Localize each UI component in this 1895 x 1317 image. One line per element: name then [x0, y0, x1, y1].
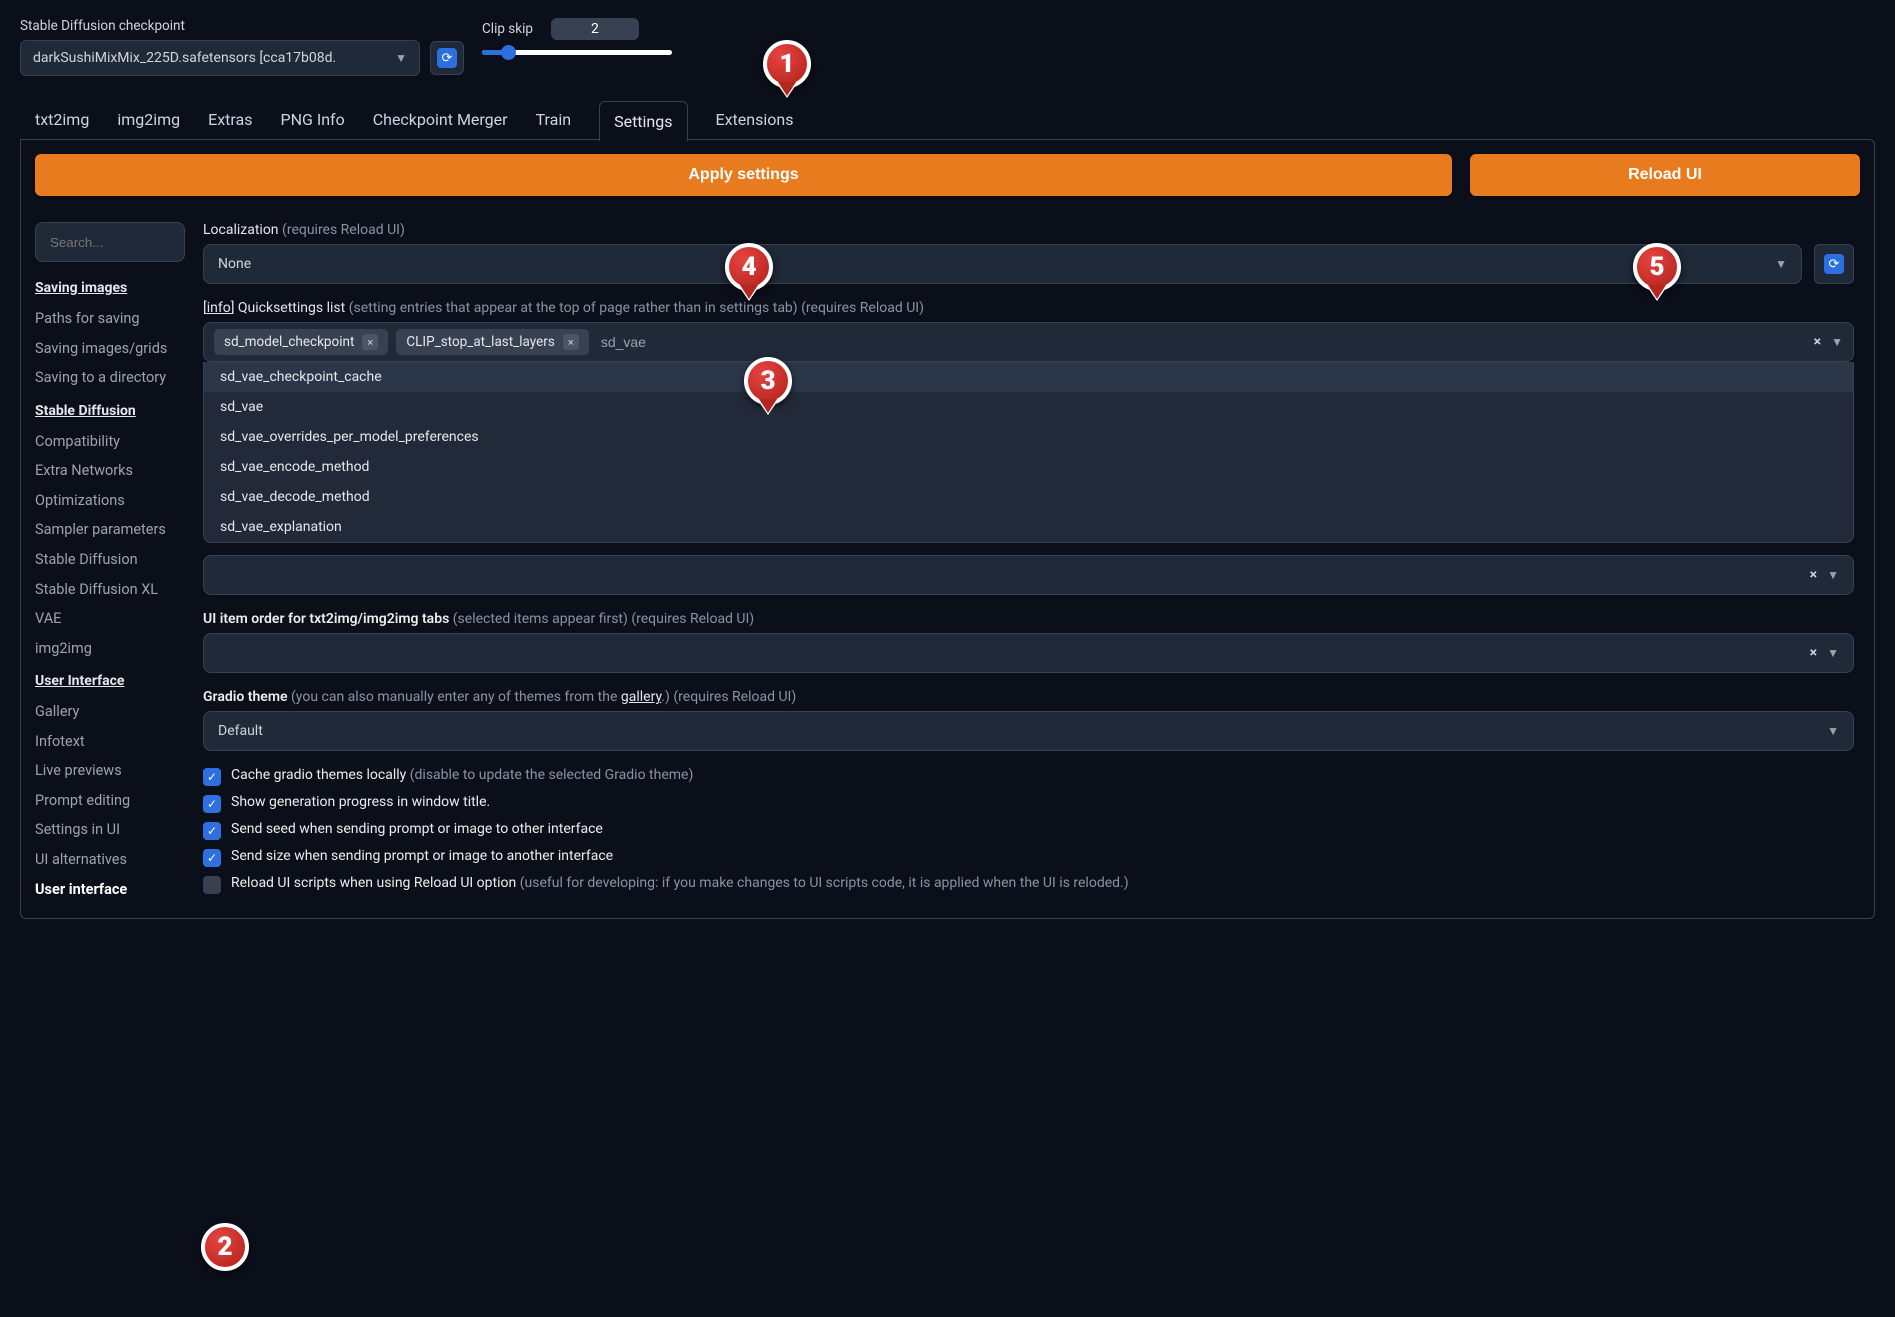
ui-order-multiselect[interactable]: × ▼: [203, 633, 1854, 673]
chevron-down-icon: ▼: [1775, 257, 1787, 271]
refresh-icon: ⟳: [1824, 254, 1844, 274]
reload-ui-button[interactable]: Reload UI: [1470, 154, 1860, 196]
quicksettings-token: CLIP_stop_at_last_layers ×: [396, 329, 588, 355]
localization-select[interactable]: None ▼: [203, 244, 1802, 284]
quicksettings-input[interactable]: [597, 330, 786, 354]
tab-extensions[interactable]: Extensions: [716, 100, 794, 140]
tab-img2img[interactable]: img2img: [117, 100, 180, 140]
dropdown-option[interactable]: sd_vae: [204, 392, 1853, 422]
main-tabs: txt2img img2img Extras PNG Info Checkpoi…: [20, 90, 1875, 140]
quicksettings-dropdown: sd_vae_checkpoint_cache sd_vae sd_vae_ov…: [203, 362, 1854, 543]
sidebar-item-prompt-editing[interactable]: Prompt editing: [35, 786, 185, 816]
checkbox-icon: ✓: [203, 822, 221, 840]
check-cache-themes[interactable]: ✓ Cache gradio themes locally (disable t…: [203, 767, 1854, 786]
clear-icon[interactable]: ×: [1810, 567, 1817, 583]
sidebar-item-infotext[interactable]: Infotext: [35, 727, 185, 757]
check-send-seed[interactable]: ✓ Send seed when sending prompt or image…: [203, 821, 1854, 840]
sidebar-item-compat[interactable]: Compatibility: [35, 427, 185, 457]
ui-order-label: UI item order for txt2img/img2img tabs (…: [203, 611, 1854, 627]
clear-icon[interactable]: ×: [1814, 334, 1821, 350]
chevron-down-icon[interactable]: ▼: [1827, 646, 1839, 660]
localization-value: None: [218, 256, 251, 272]
gradio-theme-value: Default: [218, 723, 263, 739]
checkbox-icon: ✓: [203, 795, 221, 813]
dropdown-option[interactable]: sd_vae_encode_method: [204, 452, 1853, 482]
gradio-theme-label: Gradio theme (you can also manually ente…: [203, 689, 1854, 705]
sidebar-item-saving-images[interactable]: Saving images/grids: [35, 334, 185, 364]
tab-pnginfo[interactable]: PNG Info: [280, 100, 344, 140]
tab-settings[interactable]: Settings: [599, 101, 687, 141]
sidebar-item-sampler[interactable]: Sampler parameters: [35, 515, 185, 545]
checkpoint-label: Stable Diffusion checkpoint: [20, 18, 464, 34]
checkpoint-value: darkSushiMixMix_225D.safetensors [cca17b…: [33, 50, 336, 66]
hidden-tabs-multiselect[interactable]: × ▼: [203, 555, 1854, 595]
sidebar-head-ui: User Interface: [35, 673, 185, 689]
checkbox-icon: [203, 876, 221, 894]
annotation-marker-5: 5: [1633, 243, 1681, 291]
checkpoint-select[interactable]: darkSushiMixMix_225D.safetensors [cca17b…: [20, 40, 420, 76]
sidebar-item-optim[interactable]: Optimizations: [35, 486, 185, 516]
quicksettings-token: sd_model_checkpoint ×: [214, 329, 388, 355]
settings-search-input[interactable]: [35, 222, 185, 262]
sidebar-head-sd: Stable Diffusion: [35, 403, 185, 419]
chevron-down-icon: ▼: [395, 51, 407, 65]
tab-checkpoint-merger[interactable]: Checkpoint Merger: [373, 100, 508, 140]
sidebar-item-paths[interactable]: Paths for saving: [35, 304, 185, 334]
check-send-size[interactable]: ✓ Send size when sending prompt or image…: [203, 848, 1854, 867]
checkbox-icon: ✓: [203, 849, 221, 867]
sidebar-item-live-previews[interactable]: Live previews: [35, 756, 185, 786]
settings-main: Localization (requires Reload UI) None ▼…: [203, 222, 1860, 904]
tab-train[interactable]: Train: [536, 100, 572, 140]
chevron-down-icon[interactable]: ▼: [1831, 335, 1843, 349]
dropdown-option[interactable]: sd_vae_explanation: [204, 512, 1853, 542]
quicksettings-multiselect[interactable]: sd_model_checkpoint × CLIP_stop_at_last_…: [203, 322, 1854, 362]
quicksettings-label: [info] Quicksettings list (setting entri…: [203, 300, 1854, 316]
check-reload-ui-scripts[interactable]: Reload UI scripts when using Reload UI o…: [203, 875, 1854, 894]
sidebar-head-saving: Saving images: [35, 280, 185, 296]
settings-sidebar: Saving images Paths for saving Saving im…: [35, 222, 185, 904]
localization-label: Localization (requires Reload UI): [203, 222, 1854, 238]
sidebar-item-sd[interactable]: Stable Diffusion: [35, 545, 185, 575]
annotation-marker-3: 3: [744, 357, 792, 405]
annotation-marker-1: 1: [763, 40, 811, 88]
clip-skip-slider[interactable]: [482, 44, 672, 60]
sidebar-item-settings-in-ui[interactable]: Settings in UI: [35, 815, 185, 845]
clip-skip-value[interactable]: 2: [551, 18, 639, 40]
sidebar-item-extra-networks[interactable]: Extra Networks: [35, 456, 185, 486]
sidebar-item-img2img[interactable]: img2img: [35, 634, 185, 664]
chevron-down-icon: ▼: [1827, 724, 1839, 738]
chevron-down-icon[interactable]: ▼: [1827, 568, 1839, 582]
sidebar-item-vae[interactable]: VAE: [35, 604, 185, 634]
tab-content: Apply settings Reload UI Saving images P…: [20, 139, 1875, 919]
tab-txt2img[interactable]: txt2img: [35, 100, 89, 140]
dropdown-option[interactable]: sd_vae_overrides_per_model_preferences: [204, 422, 1853, 452]
tab-extras[interactable]: Extras: [208, 100, 252, 140]
refresh-localization-button[interactable]: ⟳: [1814, 244, 1854, 284]
remove-token-icon[interactable]: ×: [563, 334, 579, 350]
apply-settings-button[interactable]: Apply settings: [35, 154, 1452, 196]
sidebar-item-saving-dir[interactable]: Saving to a directory: [35, 363, 185, 393]
sidebar-item-user-interface[interactable]: User interface: [35, 875, 185, 905]
dropdown-option[interactable]: sd_vae_decode_method: [204, 482, 1853, 512]
top-bar: Stable Diffusion checkpoint darkSushiMix…: [20, 18, 1875, 76]
remove-token-icon[interactable]: ×: [362, 334, 378, 350]
sidebar-item-sdxl[interactable]: Stable Diffusion XL: [35, 575, 185, 605]
sidebar-item-gallery[interactable]: Gallery: [35, 697, 185, 727]
refresh-icon: ⟳: [437, 48, 457, 68]
clip-skip-label: Clip skip: [482, 21, 533, 37]
dropdown-option[interactable]: sd_vae_checkpoint_cache: [204, 362, 1853, 392]
sidebar-item-ui-alternatives[interactable]: UI alternatives: [35, 845, 185, 875]
check-progress-title[interactable]: ✓ Show generation progress in window tit…: [203, 794, 1854, 813]
gradio-theme-select[interactable]: Default ▼: [203, 711, 1854, 751]
checkbox-icon: ✓: [203, 768, 221, 786]
annotation-marker-2: 2: [201, 1223, 249, 1271]
clear-icon[interactable]: ×: [1810, 645, 1817, 661]
refresh-checkpoint-button[interactable]: ⟳: [430, 41, 464, 75]
annotation-marker-4: 4: [725, 243, 773, 291]
